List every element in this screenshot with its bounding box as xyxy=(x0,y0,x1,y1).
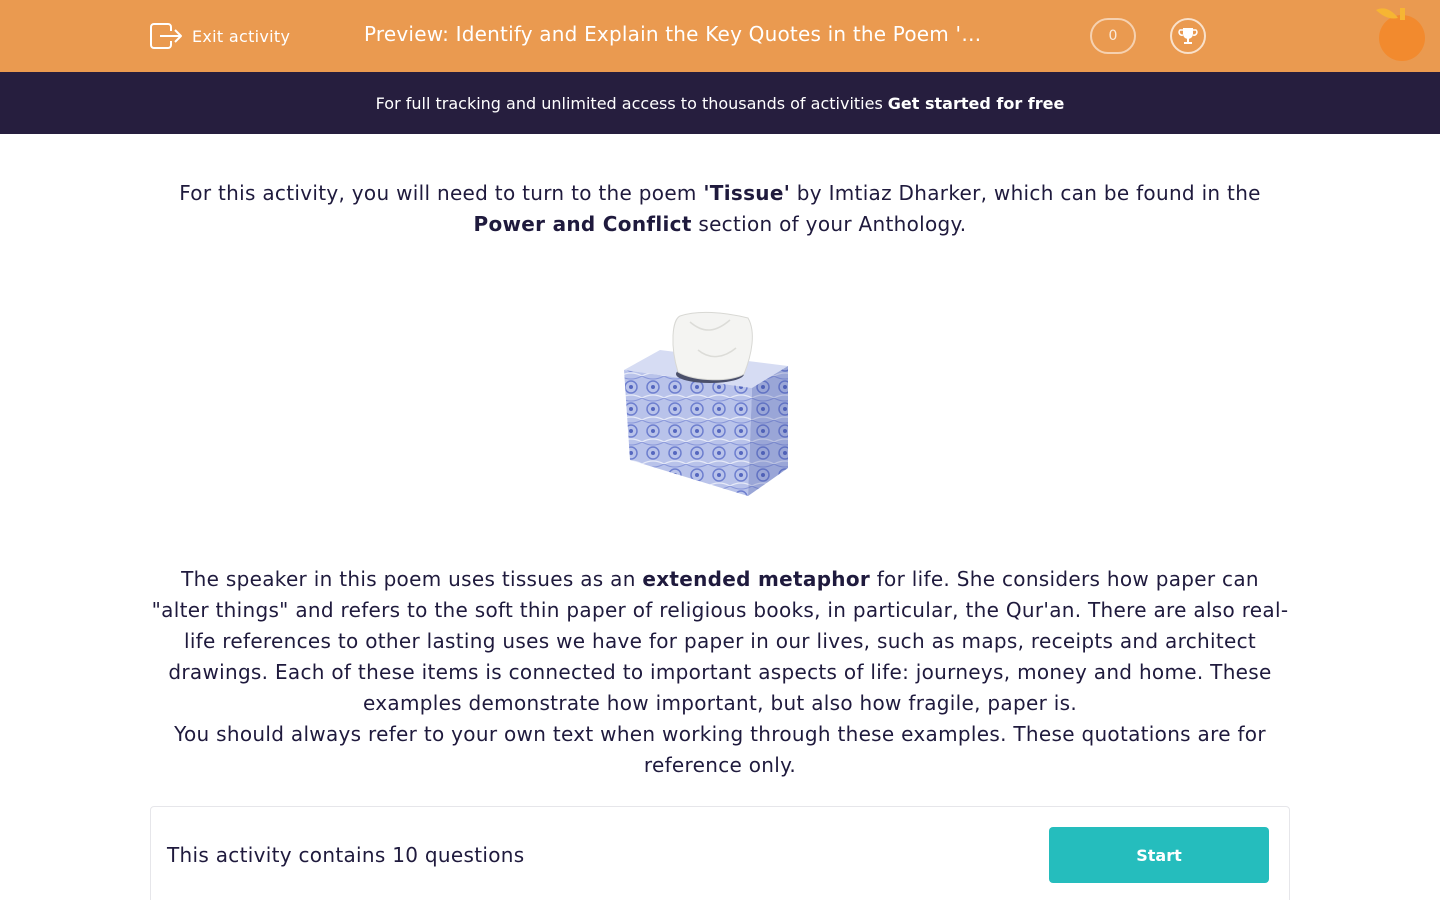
intro-part2: by Imtiaz Dharker, which can be found in… xyxy=(790,181,1261,205)
activity-card: This activity contains 10 questions Star… xyxy=(150,806,1290,900)
intro-text: For this activity, you will need to turn… xyxy=(150,178,1290,240)
exit-activity-label: Exit activity xyxy=(192,26,291,46)
poem-title: 'Tissue' xyxy=(703,181,791,205)
section-name: Power and Conflict xyxy=(473,212,692,236)
desc-part1: The speaker in this poem uses tissues as… xyxy=(181,567,643,591)
intro-part3: section of your Anthology. xyxy=(691,212,967,236)
banner-text: For full tracking and unlimited access t… xyxy=(375,93,883,113)
exit-door-icon xyxy=(150,23,182,49)
question-count: This activity contains 10 questions xyxy=(167,843,525,867)
score-counter: 0 xyxy=(1090,18,1136,54)
page-title: Preview: Identify and Explain the Key Qu… xyxy=(364,22,984,46)
description-text: The speaker in this poem uses tissues as… xyxy=(150,564,1290,781)
key-term: extended metaphor xyxy=(642,567,871,591)
intro-part1: For this activity, you will need to turn… xyxy=(179,181,704,205)
reference-note: You should always refer to your own text… xyxy=(174,722,1266,777)
trophy-button[interactable] xyxy=(1170,18,1206,54)
signup-banner: For full tracking and unlimited access t… xyxy=(0,72,1440,134)
top-bar: Exit activity Preview: Identify and Expl… xyxy=(0,0,1440,72)
tissue-box-image xyxy=(624,311,788,496)
trophy-icon xyxy=(1178,28,1198,44)
exit-activity-button[interactable]: Exit activity xyxy=(148,20,290,52)
orange-logo xyxy=(1376,8,1425,61)
get-started-link[interactable]: Get started for free xyxy=(888,94,1065,113)
start-button[interactable]: Start xyxy=(1049,827,1269,883)
